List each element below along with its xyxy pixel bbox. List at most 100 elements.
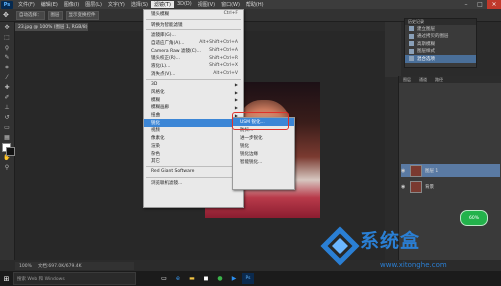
zoom-icon[interactable]: ⚲ <box>2 164 12 172</box>
menu-3[interactable]: 图层(L) <box>82 1 105 8</box>
task-view-icon[interactable]: ▭ <box>158 273 170 284</box>
menu-4[interactable]: 文字(Y) <box>105 1 128 8</box>
filter-menu-item[interactable]: 液化(L)... Shift+Ctrl+X <box>144 62 243 70</box>
filter-menu-item[interactable]: 模糊画廊 ▶ <box>144 104 243 112</box>
history-brush-icon[interactable]: ↺ <box>2 114 12 122</box>
show-transform-checkbox[interactable]: 显示变换控件 <box>65 10 99 20</box>
filter-menu-item[interactable]: 视频▶ <box>144 127 243 135</box>
filter-menu-item-shortcut: Shift+Ctrl+A <box>209 48 238 54</box>
close-icon[interactable]: × <box>487 0 501 9</box>
auto-select-checkbox[interactable]: 自动选择： <box>16 10 45 20</box>
folder-icon[interactable]: ▬ <box>186 273 198 284</box>
history-item[interactable]: 建立图层 <box>405 25 476 33</box>
filter-menu-item[interactable]: 像素化▶ <box>144 134 243 142</box>
sharpen-submenu-item[interactable]: 智能锐化... <box>233 158 294 166</box>
filter-menu-item-label: 转换为智能滤镜 <box>151 22 183 28</box>
photoshop-taskbar-icon[interactable]: Ps <box>242 273 254 284</box>
layer-row[interactable]: ◉ 背景 <box>401 180 500 193</box>
windows-start-icon[interactable]: ⊞ <box>0 271 13 286</box>
menu-separator <box>146 78 241 80</box>
filter-menu: 镜头模糊 Ctrl+F 转换为智能滤镜滤镜库(G)... 自适应广角(A)... Alt… <box>143 9 244 208</box>
gradient-icon[interactable]: ▦ <box>2 134 12 142</box>
sharpen-submenu-item[interactable]: 锐化 <box>233 142 294 150</box>
filter-menu-item[interactable]: 风格化 ▶ <box>144 88 243 96</box>
store-icon[interactable]: ◼ <box>200 273 212 284</box>
filter-menu-item-label: 模糊画廊 <box>151 105 169 111</box>
menu-9[interactable]: 窗口(W) <box>218 1 243 8</box>
menu-7[interactable]: 3D(D) <box>174 1 195 8</box>
layer-thumbnail <box>410 180 422 193</box>
filter-menu-item[interactable]: 扭曲 ▶ <box>144 111 243 119</box>
sharpen-submenu-item[interactable]: 锐化边缘 <box>233 150 294 158</box>
brush-icon[interactable]: ✐ <box>2 94 12 102</box>
filter-menu-item[interactable]: 转换为智能滤镜 <box>144 21 243 29</box>
filter-menu-item[interactable]: 其它▶ <box>144 157 243 165</box>
filter-menu-item[interactable]: 滤镜库(G)... <box>144 31 243 39</box>
menu-1[interactable]: 编辑(E) <box>38 1 61 8</box>
filter-menu-item[interactable]: 模糊 ▶ <box>144 96 243 104</box>
history-step-icon <box>409 56 414 62</box>
history-item[interactable]: 混合选项 <box>405 55 476 63</box>
minimize-icon[interactable]: – <box>459 0 473 9</box>
stamp-icon[interactable]: ⊥ <box>2 104 12 112</box>
crop-icon[interactable]: ⌗ <box>2 64 12 72</box>
filter-menu-item-label: 消失点(V)... <box>151 71 176 77</box>
filter-menu-item[interactable]: 镜头模糊 Ctrl+F <box>144 10 243 18</box>
layers-tab[interactable]: 图层 <box>399 77 415 83</box>
media-icon[interactable]: ▶ <box>228 273 240 284</box>
visibility-eye-icon[interactable]: ◉ <box>401 168 407 174</box>
filter-menu-item[interactable]: 杂色▶ <box>144 150 243 158</box>
filter-menu-item-label: 自适应广角(A)... <box>151 40 185 46</box>
layer-select[interactable]: 图层 <box>47 10 63 20</box>
document-tab[interactable]: 23.jpg @ 100% (图层 1, RGB/8) <box>15 23 88 31</box>
filter-menu-item[interactable]: 浏览联机滤镜... <box>144 179 243 187</box>
layers-tab[interactable]: 通道 <box>415 77 431 83</box>
layers-panel-tabs: 图层 通道 路径 <box>399 76 501 83</box>
marquee-icon[interactable]: ⬚ <box>2 34 12 42</box>
filter-menu-item[interactable]: 自适应广角(A)... Alt+Shift+Ctrl+A <box>144 39 243 47</box>
filter-menu-item[interactable]: 镜头校正(R)... Shift+Ctrl+R <box>144 54 243 62</box>
healing-icon[interactable]: ✚ <box>2 84 12 92</box>
watermark-text: 系统盒 <box>360 230 421 252</box>
filter-menu-item[interactable]: 3D ▶ <box>144 81 243 89</box>
menu-8[interactable]: 视图(V) <box>195 1 218 8</box>
history-item[interactable]: 高斯模糊 <box>405 40 476 48</box>
submenu-arrow-icon: ▶ <box>234 97 238 103</box>
menu-0[interactable]: 文件(F) <box>15 1 38 8</box>
sharpen-submenu-item[interactable]: 进一步锐化 <box>233 134 294 142</box>
filter-menu-item-label: 渲染 <box>151 143 160 149</box>
history-item[interactable]: 图层样式 <box>405 48 476 56</box>
history-step-icon <box>409 26 414 32</box>
menu-10[interactable]: 帮助(H) <box>243 1 267 8</box>
move-icon[interactable]: ✥ <box>2 24 12 32</box>
filter-menu-item[interactable]: 锐化▶ <box>144 118 243 127</box>
menu-2[interactable]: 图像(I) <box>61 1 82 8</box>
history-item[interactable]: 通过拷贝的图层 <box>405 33 476 41</box>
zoom-level: 100% <box>19 263 32 269</box>
submenu-arrow-icon: ▶ <box>234 81 238 87</box>
layer-row[interactable]: ◉ 图层 1 <box>401 164 500 177</box>
menu-5[interactable]: 选择(S) <box>128 1 151 8</box>
menu-separator <box>146 29 241 31</box>
menu-6[interactable]: 滤镜(T) <box>150 1 174 8</box>
lasso-icon[interactable]: ϙ <box>2 44 12 52</box>
visibility-eye-icon[interactable]: ◉ <box>401 184 407 190</box>
taskbar-search[interactable]: 搜索 Web 和 Windows <box>13 272 136 285</box>
filter-menu-item[interactable]: 消失点(V)... Alt+Ctrl+V <box>144 70 243 78</box>
move-tool-icon[interactable]: ✥ <box>3 11 13 19</box>
eraser-icon[interactable]: ▭ <box>2 124 12 132</box>
filter-menu-item[interactable]: 渲染▶ <box>144 142 243 150</box>
filter-menu-item[interactable]: Camera Raw 滤镜(C)... Shift+Ctrl+A <box>144 47 243 55</box>
highlight-outline <box>232 112 289 130</box>
eyedropper-icon[interactable]: ⁄ <box>2 74 12 82</box>
green-app-icon[interactable]: ● <box>214 273 226 284</box>
layers-tab[interactable]: 路径 <box>431 77 447 83</box>
quick-select-icon[interactable]: ✎ <box>2 54 12 62</box>
layer-name: 图层 1 <box>425 168 439 174</box>
filter-menu-item[interactable]: Red Giant Software▶ <box>144 168 243 176</box>
background-color-swatch[interactable] <box>6 147 15 156</box>
edge-icon[interactable]: e <box>172 273 184 284</box>
filter-menu-item-label: 扭曲 <box>151 113 160 119</box>
filter-menu-item-label: 视频 <box>151 128 160 134</box>
maximize-icon[interactable]: □ <box>473 0 487 9</box>
